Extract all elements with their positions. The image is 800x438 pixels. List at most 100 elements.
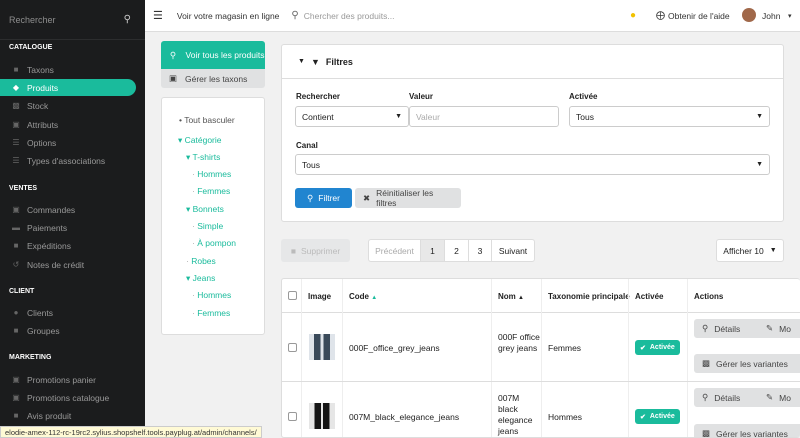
payment-icon: ▬ bbox=[12, 223, 20, 232]
value-input[interactable]: Valeur bbox=[409, 106, 559, 127]
row-checkbox[interactable] bbox=[288, 343, 297, 352]
chevron-down-icon[interactable]: ▾ bbox=[788, 12, 792, 20]
channel-select[interactable]: Tous ▼ bbox=[295, 154, 770, 175]
sidebar-item-taxons[interactable]: ■ Taxons bbox=[0, 61, 136, 78]
prev-page[interactable]: Précédent bbox=[369, 240, 421, 261]
tree-label: Catégorie bbox=[184, 135, 222, 145]
manage-variants-button[interactable]: ▩ Gérer les variantes bbox=[694, 354, 800, 373]
select-all-checkbox[interactable] bbox=[288, 291, 297, 300]
tree-tshirts-hommes[interactable]: · Hommes bbox=[192, 169, 231, 179]
tree-jeans-femmes[interactable]: · Femmes bbox=[192, 308, 230, 318]
manage-variants-button[interactable]: ▩ Gérer les variantes bbox=[694, 424, 800, 437]
channel-value: Tous bbox=[302, 159, 320, 170]
sidebar-item-promotions-panier[interactable]: ▣ Promotions panier bbox=[0, 371, 136, 388]
search-icon: ⚲ bbox=[291, 10, 299, 21]
trash-icon: ■ bbox=[290, 245, 296, 256]
sidebar-item-label: Avis produit bbox=[27, 410, 72, 421]
search-mode-select[interactable]: Contient ▼ bbox=[295, 106, 409, 127]
details-button[interactable]: ⚲ Détails bbox=[694, 388, 764, 407]
page-3[interactable]: 3 bbox=[469, 240, 492, 261]
view-all-products-button[interactable]: ⚲ Voir tous les produits bbox=[161, 41, 265, 69]
row-checkbox[interactable] bbox=[288, 412, 297, 421]
filter-button[interactable]: ⚲ Filtrer bbox=[295, 188, 352, 208]
product-name: 007M black elegance jeans bbox=[498, 393, 533, 436]
manage-taxons-button[interactable]: ▣ Gérer les taxons bbox=[161, 69, 265, 88]
sidebar-item-associations[interactable]: ☰ Types d'associations bbox=[0, 152, 136, 169]
header-code-label: Code bbox=[349, 292, 369, 301]
enabled-label: Activée bbox=[569, 92, 598, 101]
sidebar-search[interactable]: Rechercher ⚲ bbox=[0, 0, 145, 40]
modify-label: Mo bbox=[779, 323, 791, 334]
value-placeholder: Valeur bbox=[416, 111, 440, 122]
filters-panel: ▼ ▼ Filtres Rechercher Contient ▼ Valeur … bbox=[281, 44, 784, 222]
details-button[interactable]: ⚲ Détails bbox=[694, 319, 764, 338]
next-page[interactable]: Suivant bbox=[492, 240, 534, 261]
tree-bonnets[interactable]: ▾ Bonnets bbox=[186, 204, 224, 215]
sidebar-item-produits[interactable]: ◆ Produits bbox=[0, 79, 136, 96]
value-label: Valeur bbox=[409, 92, 434, 101]
help-link[interactable]: Obtenir de l'aide bbox=[668, 11, 730, 21]
bell-icon[interactable]: ● bbox=[630, 10, 636, 21]
header-activee: Activée bbox=[635, 292, 664, 301]
help-icon[interactable]: ⨁ bbox=[656, 10, 665, 21]
sidebar-item-notes-credit[interactable]: ↺ Notes de crédit bbox=[0, 256, 136, 273]
filters-title: Filtres bbox=[325, 56, 353, 67]
list-icon: ☰ bbox=[12, 156, 20, 165]
delete-button[interactable]: ■ Supprimer bbox=[281, 239, 350, 262]
page-2[interactable]: 2 bbox=[445, 240, 469, 261]
header-image: Image bbox=[308, 292, 332, 301]
tree-label: Femmes bbox=[197, 186, 231, 196]
tree-tshirts[interactable]: ▾ T-shirts bbox=[186, 152, 220, 163]
per-page-select[interactable]: Afficher 10 ▼ bbox=[716, 239, 784, 262]
page-1[interactable]: 1 bbox=[421, 240, 445, 261]
tree-label: Simple bbox=[197, 221, 224, 231]
catalog-icon: ▣ bbox=[12, 393, 20, 402]
filters-header[interactable]: ▼ ▼ Filtres bbox=[282, 45, 783, 79]
truck-icon: ■ bbox=[13, 241, 19, 250]
sidebar-item-commandes[interactable]: ▣ Commandes bbox=[0, 201, 136, 218]
product-code: 007M_black_elegance_jeans bbox=[349, 412, 460, 422]
store-link[interactable]: Voir votre magasin en ligne bbox=[177, 11, 280, 21]
sidebar-item-groupes[interactable]: ■ Groupes bbox=[0, 322, 136, 339]
product-search-input[interactable]: Chercher des produits... bbox=[304, 11, 604, 21]
avatar[interactable] bbox=[742, 8, 756, 22]
sidebar-item-promotions-catalogue[interactable]: ▣ Promotions catalogue bbox=[0, 389, 136, 406]
tree-robes[interactable]: · Robes bbox=[186, 256, 216, 266]
sidebar-item-label: Stock bbox=[27, 100, 49, 111]
tree-bonnets-simple[interactable]: · Simple bbox=[192, 221, 223, 231]
menu-icon[interactable]: ☰ bbox=[153, 9, 163, 22]
user-name[interactable]: John bbox=[762, 11, 780, 21]
sidebar-item-clients[interactable]: ● Clients bbox=[0, 304, 136, 321]
sidebar-search-input[interactable]: Rechercher bbox=[9, 15, 56, 25]
sidebar-item-avis[interactable]: ■ Avis produit bbox=[0, 407, 136, 424]
enabled-select[interactable]: Tous ▼ bbox=[569, 106, 770, 127]
browser-status-bar: elodie-amex-112-rc-19rc2.sylius.shopshel… bbox=[0, 426, 262, 438]
header-code[interactable]: Code ▲ bbox=[349, 292, 377, 301]
tree-jeans[interactable]: ▾ Jeans bbox=[186, 273, 215, 284]
sidebar-item-label: Commandes bbox=[27, 204, 76, 215]
search-icon[interactable]: ⚲ bbox=[124, 14, 131, 25]
tree-categorie[interactable]: ▾ Catégorie bbox=[178, 135, 222, 146]
search-label: Rechercher bbox=[296, 92, 341, 101]
tree-label: Hommes bbox=[197, 169, 232, 179]
users-icon: ● bbox=[13, 308, 19, 317]
reset-filters-button[interactable]: ✖ Réinitialiser les filtres bbox=[355, 188, 461, 208]
section-catalogue: CATALOGUE bbox=[9, 44, 53, 51]
sidebar-item-paiements[interactable]: ▬ Paiements bbox=[0, 219, 136, 236]
toggle-all[interactable]: • Tout basculer bbox=[179, 115, 235, 125]
modify-button[interactable]: ✎ Mo bbox=[758, 388, 800, 407]
modify-button[interactable]: ✎ Mo bbox=[758, 319, 800, 338]
archive-icon: ■ bbox=[13, 326, 19, 335]
sidebar-item-expeditions[interactable]: ■ Expéditions bbox=[0, 237, 136, 254]
sidebar-item-options[interactable]: ☰ Options bbox=[0, 134, 136, 151]
tree-tshirts-femmes[interactable]: · Femmes bbox=[192, 186, 230, 196]
sidebar-item-attributs[interactable]: ▣ Attributs bbox=[0, 116, 136, 133]
section-ventes: VENTES bbox=[9, 185, 38, 192]
tree-bonnets-pompon[interactable]: · À pompon bbox=[192, 238, 236, 248]
tree-jeans-hommes[interactable]: · Hommes bbox=[192, 290, 231, 300]
top-bar: ☰ Voir votre magasin en ligne ⚲ Chercher… bbox=[145, 0, 800, 32]
sidebar-item-stock[interactable]: ▩ Stock bbox=[0, 97, 136, 114]
sidebar-item-label: Options bbox=[27, 137, 57, 148]
header-nom[interactable]: Nom ▲ bbox=[498, 292, 524, 301]
header-actions: Actions bbox=[694, 292, 724, 301]
